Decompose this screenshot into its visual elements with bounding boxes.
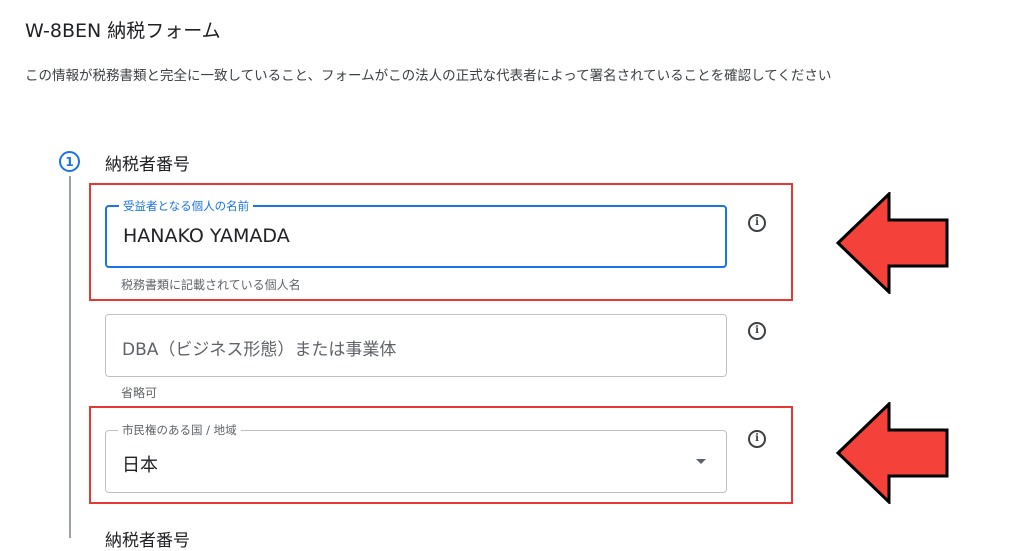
dba-field[interactable]: DBA（ビジネス形態）または事業体: [105, 314, 727, 377]
next-section-title: 納税者番号: [105, 531, 190, 551]
highlight-box-country: [89, 406, 793, 504]
page-title: W-8BEN 納税フォーム: [25, 20, 221, 42]
red-arrow-left-icon: [836, 402, 949, 504]
dba-helper: 省略可: [121, 386, 158, 400]
red-arrow-left-icon: [836, 192, 949, 294]
page-description: この情報が税務書類と完全に一致していること、フォームがこの法人の正式な代表者によ…: [25, 68, 832, 84]
info-icon[interactable]: i: [748, 322, 766, 340]
section-title: 納税者番号: [105, 155, 190, 175]
step-connector-line: [69, 176, 71, 538]
step-number-badge: 1: [59, 151, 80, 172]
highlight-box-name: [89, 183, 793, 301]
dba-placeholder: DBA（ビジネス形態）または事業体: [122, 340, 397, 360]
